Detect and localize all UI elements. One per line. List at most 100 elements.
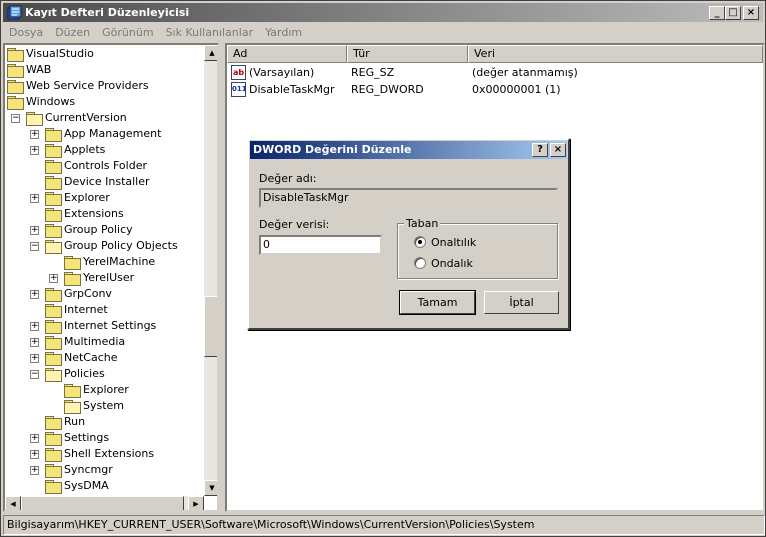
value-name-field: DisableTaskMgr bbox=[259, 188, 558, 208]
hscroll-thumb[interactable] bbox=[21, 496, 184, 510]
collapse-icon[interactable]: − bbox=[30, 370, 39, 379]
expand-icon[interactable]: + bbox=[49, 274, 58, 283]
decimal-radio-label[interactable]: Ondalık bbox=[431, 257, 473, 270]
close-button[interactable]: × bbox=[743, 6, 759, 20]
expand-icon[interactable]: + bbox=[30, 226, 39, 235]
folder-icon bbox=[45, 352, 62, 366]
tree-node-label: Web Service Providers bbox=[26, 79, 149, 92]
collapse-icon[interactable]: − bbox=[11, 114, 20, 123]
hex-radio[interactable] bbox=[414, 236, 426, 248]
cancel-button[interactable]: İptal bbox=[484, 291, 559, 314]
hex-radio-label[interactable]: Onaltılık bbox=[431, 236, 476, 249]
tree-node[interactable]: + GrpConv bbox=[5, 286, 203, 302]
collapse-icon[interactable]: − bbox=[30, 242, 39, 251]
tree-node[interactable]: Device Installer bbox=[5, 174, 203, 190]
tree-node[interactable]: + Syncmgr bbox=[5, 462, 203, 478]
scroll-thumb[interactable] bbox=[204, 296, 217, 357]
edit-dword-dialog: DWORD Değerini Düzenle ? × Değer adı: Di… bbox=[247, 138, 570, 330]
tree-node-label: YerelMachine bbox=[83, 255, 156, 268]
folder-icon bbox=[45, 288, 62, 302]
value-data-input[interactable]: 0 bbox=[259, 235, 382, 255]
base-group-label: Taban bbox=[404, 217, 441, 230]
tree-node-label: CurrentVersion bbox=[45, 111, 127, 124]
tree-node-label: Run bbox=[64, 415, 86, 428]
dialog-close-button[interactable]: × bbox=[550, 143, 566, 157]
tree-node[interactable]: Run bbox=[5, 414, 203, 430]
tree-node-label: Windows bbox=[26, 95, 76, 108]
folder-icon bbox=[45, 464, 62, 478]
folder-icon bbox=[45, 416, 62, 430]
tree-node[interactable]: Controls Folder bbox=[5, 158, 203, 174]
tree-node[interactable]: + NetCache bbox=[5, 350, 203, 366]
tree-node[interactable]: + Internet Settings bbox=[5, 318, 203, 334]
menu-view[interactable]: Görünüm bbox=[96, 23, 159, 42]
scroll-down-button[interactable]: ▼ bbox=[204, 480, 217, 496]
tree-node[interactable]: + Explorer bbox=[5, 190, 203, 206]
tree-node[interactable]: + YerelUser bbox=[5, 270, 203, 286]
tree-node[interactable]: Internet bbox=[5, 302, 203, 318]
column-name-header[interactable]: Ad bbox=[227, 45, 347, 63]
tree-node-label: Shell Extensions bbox=[64, 447, 155, 460]
column-type-header[interactable]: Tür bbox=[347, 45, 468, 63]
decimal-radio[interactable] bbox=[414, 257, 426, 269]
expand-icon[interactable]: + bbox=[30, 130, 39, 139]
expand-icon[interactable]: + bbox=[30, 434, 39, 443]
tree-node[interactable]: Web Service Providers bbox=[5, 78, 203, 94]
expand-icon[interactable]: + bbox=[30, 354, 39, 363]
tree-node[interactable]: + Applets bbox=[5, 142, 203, 158]
value-row[interactable]: ab (Varsayılan) REG_SZ (değer atanmamış) bbox=[231, 64, 761, 81]
tree-horizontal-scrollbar[interactable]: ◀ ▶ bbox=[5, 496, 204, 510]
value-data-label: Değer verisi: bbox=[259, 218, 330, 231]
menu-help[interactable]: Yardım bbox=[259, 23, 308, 42]
maximize-button[interactable]: □ bbox=[725, 6, 741, 20]
registry-tree[interactable]: VisualStudio WAB Web Service Providers Wind… bbox=[3, 43, 219, 512]
tree-node-label: Controls Folder bbox=[64, 159, 147, 172]
tree-node[interactable]: − CurrentVersion bbox=[5, 110, 203, 126]
tree-node[interactable]: + Multimedia bbox=[5, 334, 203, 350]
tree-vertical-scrollbar[interactable]: ▲ ▼ bbox=[204, 45, 217, 496]
tree-node-label: Explorer bbox=[64, 191, 110, 204]
tree-node[interactable]: − Policies bbox=[5, 366, 203, 382]
expand-icon[interactable]: + bbox=[30, 450, 39, 459]
tree-node-label: Internet Settings bbox=[64, 319, 157, 332]
tree-node[interactable]: WAB bbox=[5, 62, 203, 78]
tree-node[interactable]: System bbox=[5, 398, 203, 414]
scroll-right-button[interactable]: ▶ bbox=[188, 496, 204, 510]
menu-edit[interactable]: Düzen bbox=[49, 23, 96, 42]
dialog-help-button[interactable]: ? bbox=[532, 143, 548, 157]
scroll-left-button[interactable]: ◀ bbox=[5, 496, 21, 510]
ok-button[interactable]: Tamam bbox=[399, 290, 476, 315]
tree-node-label: VisualStudio bbox=[26, 47, 94, 60]
tree-node[interactable]: Extensions bbox=[5, 206, 203, 222]
tree-node[interactable]: + App Management bbox=[5, 126, 203, 142]
tree-node[interactable]: + Settings bbox=[5, 430, 203, 446]
tree-node[interactable]: − Group Policy Objects bbox=[5, 238, 203, 254]
expand-icon[interactable]: + bbox=[30, 338, 39, 347]
folder-icon bbox=[45, 224, 62, 238]
menu-favorites[interactable]: Sık Kullanılanlar bbox=[160, 23, 260, 42]
value-data: 0x00000001 (1) bbox=[472, 83, 561, 96]
expand-icon[interactable]: + bbox=[30, 466, 39, 475]
tree-node[interactable]: Windows bbox=[5, 94, 203, 110]
scroll-up-button[interactable]: ▲ bbox=[204, 45, 217, 61]
value-row[interactable]: 011 DisableTaskMgr REG_DWORD 0x00000001 … bbox=[231, 81, 761, 98]
tree-node[interactable]: YerelMachine bbox=[5, 254, 203, 270]
dialog-title-bar[interactable]: DWORD Değerini Düzenle ? × bbox=[250, 141, 567, 159]
expand-icon[interactable]: + bbox=[30, 146, 39, 155]
tree-node[interactable]: Explorer bbox=[5, 382, 203, 398]
expand-icon[interactable]: + bbox=[30, 194, 39, 203]
tree-node[interactable]: SysDMA bbox=[5, 478, 203, 494]
folder-icon bbox=[45, 208, 62, 222]
dialog-title: DWORD Değerini Düzenle bbox=[253, 143, 412, 156]
tree-node[interactable]: VisualStudio bbox=[5, 46, 203, 62]
expand-icon[interactable]: + bbox=[30, 290, 39, 299]
column-data-header[interactable]: Veri bbox=[468, 45, 763, 63]
title-bar[interactable]: Kayıt Defteri Düzenleyicisi _ □ × bbox=[3, 3, 763, 22]
minimize-button[interactable]: _ bbox=[709, 6, 725, 20]
tree-node-label: WAB bbox=[26, 63, 52, 76]
menu-file[interactable]: Dosya bbox=[3, 23, 49, 42]
base-groupbox bbox=[397, 223, 558, 279]
tree-node[interactable]: + Group Policy bbox=[5, 222, 203, 238]
expand-icon[interactable]: + bbox=[30, 322, 39, 331]
tree-node[interactable]: + Shell Extensions bbox=[5, 446, 203, 462]
